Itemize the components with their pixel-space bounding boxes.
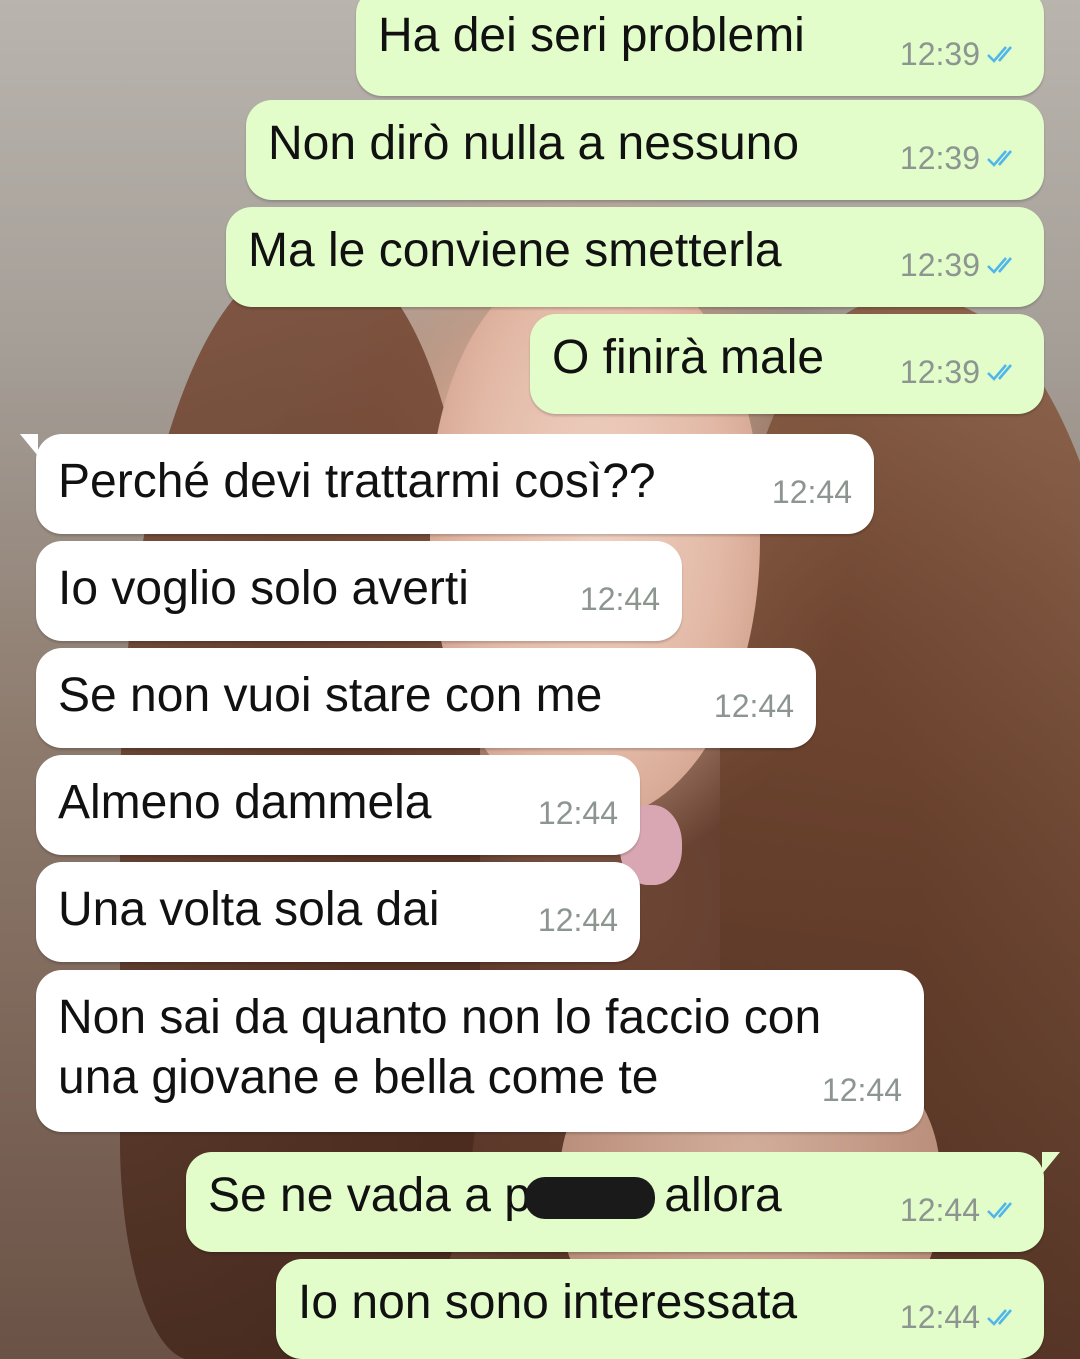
bubble-tail: [1042, 1152, 1060, 1174]
message-time: 12:44: [579, 581, 660, 617]
double-check-icon: [987, 1202, 1012, 1219]
message-meta: 12:44: [900, 1287, 1022, 1347]
double-check-icon: [987, 364, 1012, 381]
message-outgoing[interactable]: O finirà male 12:39: [530, 314, 1044, 414]
message-meta: 12:39: [900, 24, 1022, 84]
double-check-icon: [987, 1309, 1012, 1326]
message-time: 12:44: [713, 688, 794, 724]
message-meta: 12:39: [900, 128, 1022, 188]
message-text: Ha dei seri problemi: [378, 9, 805, 62]
message-text-after-redaction: allora: [664, 1169, 782, 1222]
message-meta: 12:44: [822, 1060, 902, 1120]
message-incoming[interactable]: Se non vuoi stare con me 12:44: [36, 648, 816, 748]
message-outgoing[interactable]: Io non sono interessata 12:44: [276, 1259, 1044, 1359]
message-text: Non sai da quanto non lo faccio con una …: [58, 991, 822, 1104]
message-outgoing[interactable]: Ha dei seri problemi 12:39: [356, 0, 1044, 96]
message-incoming[interactable]: Una volta sola dai 12:44: [36, 862, 640, 962]
message-time: 12:39: [899, 247, 980, 283]
message-text: Perché devi trattarmi così??: [58, 455, 656, 508]
message-meta: 12:39: [900, 342, 1022, 402]
message-text: Ma le conviene smetterla: [248, 224, 782, 277]
message-incoming[interactable]: Non sai da quanto non lo faccio con una …: [36, 970, 924, 1132]
message-outgoing[interactable]: Ma le conviene smetterla 12:39: [226, 207, 1044, 307]
message-meta: 12:44: [772, 462, 852, 522]
message-time: 12:44: [899, 1299, 980, 1335]
message-incoming[interactable]: Perché devi trattarmi così?? 12:44: [20, 434, 874, 534]
double-check-icon: [987, 257, 1012, 274]
message-outgoing[interactable]: Se ne vada a p allora 12:44: [186, 1152, 1060, 1252]
message-time: 12:39: [899, 140, 980, 176]
message-text: Una volta sola dai: [58, 883, 440, 936]
redaction-mark: [524, 1177, 655, 1220]
message-meta: 12:39: [900, 235, 1022, 295]
message-time: 12:39: [899, 36, 980, 72]
message-time: 12:44: [771, 474, 852, 510]
double-check-icon: [987, 46, 1012, 63]
message-time: 12:39: [899, 354, 980, 390]
message-meta: 12:44: [580, 569, 660, 629]
message-meta: 12:44: [538, 783, 618, 843]
message-text: Se non vuoi stare con me: [58, 669, 603, 722]
message-meta: 12:44: [900, 1180, 1022, 1240]
message-text: Se ne vada a p allora: [208, 1166, 782, 1226]
message-text-before-redaction: Se ne vada a p: [208, 1169, 531, 1222]
double-check-icon: [987, 150, 1012, 167]
message-text: Io voglio solo averti: [58, 562, 469, 615]
message-time: 12:44: [537, 795, 618, 831]
message-text: Non dirò nulla a nessuno: [268, 117, 800, 170]
message-time: 12:44: [821, 1072, 902, 1108]
message-outgoing[interactable]: Non dirò nulla a nessuno 12:39: [246, 100, 1044, 200]
message-incoming[interactable]: Io voglio solo averti 12:44: [36, 541, 682, 641]
message-incoming[interactable]: Almeno dammela 12:44: [36, 755, 640, 855]
message-text: Almeno dammela: [58, 776, 432, 829]
message-meta: 12:44: [538, 890, 618, 950]
message-time: 12:44: [899, 1192, 980, 1228]
message-text: O finirà male: [552, 331, 825, 384]
message-text: Io non sono interessata: [298, 1276, 798, 1329]
chat-thread[interactable]: Ha dei seri problemi 12:39 Non dirò null…: [0, 0, 1080, 1359]
bubble-tail: [20, 434, 38, 456]
message-meta: 12:44: [714, 676, 794, 736]
message-time: 12:44: [537, 902, 618, 938]
